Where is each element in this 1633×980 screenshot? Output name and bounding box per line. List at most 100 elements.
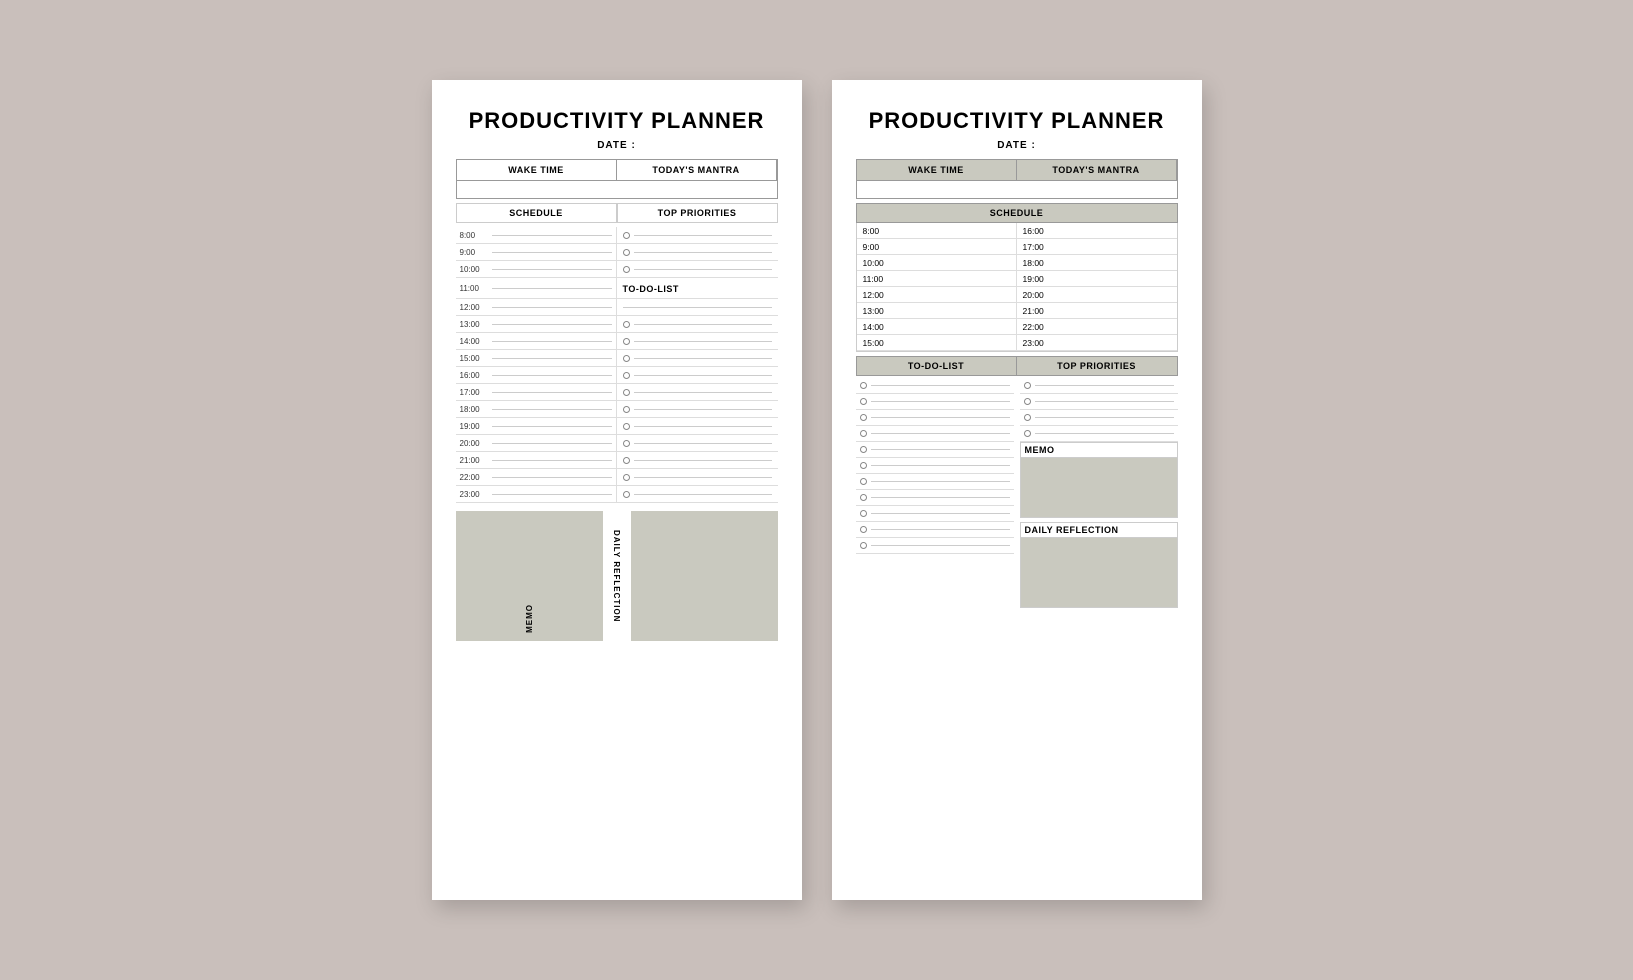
todo-check-10 bbox=[860, 526, 867, 533]
todo-circle-10 bbox=[623, 491, 630, 498]
sched-row-800: 8:00 bbox=[456, 227, 778, 244]
priority-3 bbox=[617, 261, 778, 277]
right-todo-4 bbox=[856, 426, 1014, 442]
sched-row-2200: 22:00 bbox=[456, 469, 778, 486]
right-todo-priority-header: TO-DO-LIST TOP PRIORITIES bbox=[856, 356, 1178, 376]
sched-row-1100: 11:00 TO-DO-LIST bbox=[456, 278, 778, 299]
time-1900: 19:00 bbox=[456, 418, 617, 434]
schedule-label: SCHEDULE bbox=[456, 203, 617, 223]
todo-10 bbox=[617, 486, 778, 502]
p-check-4 bbox=[1024, 430, 1031, 437]
sched-row-1500: 15:00 bbox=[456, 350, 778, 367]
todo-circle-8 bbox=[623, 457, 630, 464]
reflection-divider: DAILY REFLECTION bbox=[603, 511, 631, 641]
reflection-box bbox=[631, 511, 778, 641]
todo-5 bbox=[617, 401, 778, 417]
right-right-col: MEMO DAILY REFLECTION bbox=[1020, 378, 1178, 608]
priority-line-todo-1 bbox=[617, 299, 778, 315]
sched-row-1700: 17:00 bbox=[456, 384, 778, 401]
todo-check-5 bbox=[860, 446, 867, 453]
time-2000: 20:00 bbox=[456, 435, 617, 451]
todo-check-7 bbox=[860, 478, 867, 485]
right-wake-time-label: WAKE TIME bbox=[857, 160, 1017, 180]
priority-circle-1 bbox=[623, 232, 630, 239]
right-todo-8 bbox=[856, 490, 1014, 506]
right-todo-9 bbox=[856, 506, 1014, 522]
time-1500: 15:00 bbox=[456, 350, 617, 366]
daily-reflection-label: DAILY REFLECTION bbox=[612, 530, 621, 622]
priority-8 bbox=[617, 384, 778, 400]
right-sched-1700: 17:00 bbox=[1017, 239, 1177, 255]
right-sched-1800: 18:00 bbox=[1017, 255, 1177, 271]
time-900: 9:00 bbox=[456, 244, 617, 260]
p-check-3 bbox=[1024, 414, 1031, 421]
time-1600: 16:00 bbox=[456, 367, 617, 383]
right-priority-1 bbox=[1020, 378, 1178, 394]
right-todo-6 bbox=[856, 458, 1014, 474]
right-top-grid: WAKE TIME TODAY'S MANTRA bbox=[856, 159, 1178, 199]
priority-5 bbox=[617, 333, 778, 349]
right-priority-4 bbox=[1020, 426, 1178, 442]
right-sched-1900: 19:00 bbox=[1017, 271, 1177, 287]
priority-circle-8 bbox=[623, 389, 630, 396]
priority-1 bbox=[617, 227, 778, 243]
right-todo-7 bbox=[856, 474, 1014, 490]
right-date: DATE : bbox=[856, 140, 1178, 151]
time-1100: 11:00 bbox=[456, 278, 617, 298]
right-sched-1600: 16:00 bbox=[1017, 223, 1177, 239]
right-top-priorities-label: TOP PRIORITIES bbox=[1017, 357, 1177, 375]
right-reflection-header: DAILY REFLECTION bbox=[1020, 522, 1178, 538]
todays-mantra-label: TODAY'S MANTRA bbox=[617, 160, 777, 180]
time-1400: 14:00 bbox=[456, 333, 617, 349]
right-schedule-grid: 8:00 16:00 9:00 17:00 10:00 18:00 11:00 … bbox=[856, 223, 1178, 352]
right-sched-1000: 10:00 bbox=[857, 255, 1017, 271]
right-todo-11 bbox=[856, 538, 1014, 554]
time-2300: 23:00 bbox=[456, 486, 617, 502]
right-sched-2300: 23:00 bbox=[1017, 335, 1177, 351]
right-sched-900: 9:00 bbox=[857, 239, 1017, 255]
right-schedule-header: SCHEDULE bbox=[856, 203, 1178, 223]
right-sched-2000: 20:00 bbox=[1017, 287, 1177, 303]
sched-row-2100: 21:00 bbox=[456, 452, 778, 469]
memo-box: MEMO bbox=[456, 511, 603, 641]
time-1200: 12:00 bbox=[456, 299, 617, 315]
sched-row-2300: 23:00 bbox=[456, 486, 778, 503]
right-memo-header: MEMO bbox=[1020, 442, 1178, 458]
sched-row-1600: 16:00 bbox=[456, 367, 778, 384]
priority-circle-7 bbox=[623, 372, 630, 379]
right-todo-2 bbox=[856, 394, 1014, 410]
todo-check-6 bbox=[860, 462, 867, 469]
time-1300: 13:00 bbox=[456, 316, 617, 332]
sched-row-1200: 12:00 bbox=[456, 299, 778, 316]
todo-label: TO-DO-LIST bbox=[623, 280, 679, 296]
sched-row-1300: 13:00 bbox=[456, 316, 778, 333]
todo-check-2 bbox=[860, 398, 867, 405]
priority-circle-2 bbox=[623, 249, 630, 256]
priority-circle-6 bbox=[623, 355, 630, 362]
sched-row-1400: 14:00 bbox=[456, 333, 778, 350]
p-check-1 bbox=[1024, 382, 1031, 389]
right-sched-2200: 22:00 bbox=[1017, 319, 1177, 335]
right-title: PRODUCTIVITY PLANNER bbox=[856, 108, 1178, 134]
right-todo-col bbox=[856, 378, 1014, 608]
left-title: PRODUCTIVITY PLANNER bbox=[456, 108, 778, 134]
time-1800: 18:00 bbox=[456, 401, 617, 417]
todo-6 bbox=[617, 418, 778, 434]
right-bottom-two-col: MEMO DAILY REFLECTION bbox=[856, 378, 1178, 608]
priority-circle-3 bbox=[623, 266, 630, 273]
todo-check-3 bbox=[860, 414, 867, 421]
right-sched-800: 8:00 bbox=[857, 223, 1017, 239]
right-todo-1 bbox=[856, 378, 1014, 394]
right-todo-5 bbox=[856, 442, 1014, 458]
todo-label-cell: TO-DO-LIST bbox=[617, 278, 778, 298]
right-sched-1200: 12:00 bbox=[857, 287, 1017, 303]
sched-row-2000: 20:00 bbox=[456, 435, 778, 452]
pages-container: PRODUCTIVITY PLANNER DATE : WAKE TIME TO… bbox=[432, 80, 1202, 900]
todo-7 bbox=[617, 435, 778, 451]
left-top-grid: WAKE TIME TODAY'S MANTRA bbox=[456, 159, 778, 199]
sched-row-1800: 18:00 bbox=[456, 401, 778, 418]
left-date: DATE : bbox=[456, 140, 778, 151]
priority-2 bbox=[617, 244, 778, 260]
right-sched-1100: 11:00 bbox=[857, 271, 1017, 287]
priority-4 bbox=[617, 316, 778, 332]
